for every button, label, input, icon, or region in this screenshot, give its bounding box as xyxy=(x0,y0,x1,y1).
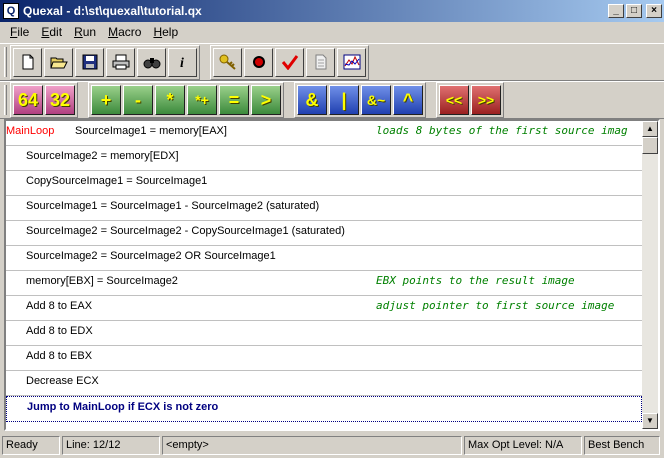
status-info: <empty> xyxy=(162,436,462,455)
arith-button-group: + - * *+ = > xyxy=(88,82,284,118)
code-line[interactable]: CopySourceImage1 = SourceImage1 xyxy=(6,171,642,196)
run-toolbar-group xyxy=(210,44,369,80)
open-icon[interactable] xyxy=(44,47,73,77)
multiply-button[interactable]: * xyxy=(155,85,185,115)
menu-bar: File Edit Run Macro Help xyxy=(0,22,664,42)
vertical-scrollbar[interactable]: ▲ ▼ xyxy=(642,121,658,429)
multiply-add-button[interactable]: *+ xyxy=(187,85,217,115)
minimize-button[interactable]: _ xyxy=(608,4,624,18)
subtract-button[interactable]: - xyxy=(123,85,153,115)
status-state: Ready xyxy=(2,436,60,455)
code-statement: CopySourceImage1 = SourceImage1 xyxy=(26,175,208,187)
code-statement: Decrease ECX xyxy=(26,375,99,387)
new-icon[interactable] xyxy=(13,47,42,77)
scroll-up-arrow-icon[interactable]: ▲ xyxy=(642,121,658,137)
scroll-down-arrow-icon[interactable]: ▼ xyxy=(642,413,658,429)
code-comment: adjust pointer to first source image xyxy=(376,299,615,312)
assign-button[interactable]: = xyxy=(219,85,249,115)
code-line[interactable]: Decrease ECX xyxy=(6,371,642,396)
menu-help[interactable]: Help xyxy=(147,25,184,39)
code-line[interactable]: SourceImage2 = SourceImage2 - CopySource… xyxy=(6,221,642,246)
file-toolbar-group: i xyxy=(10,44,200,80)
code-statement: Add 8 to EAX xyxy=(26,300,93,312)
record-icon[interactable] xyxy=(244,47,273,77)
menu-edit[interactable]: Edit xyxy=(35,25,68,39)
menu-macro[interactable]: Macro xyxy=(102,25,147,39)
code-statement: memory[EBX] = SourceImage2 xyxy=(26,275,178,287)
code-statement: Add 8 to EBX xyxy=(26,350,93,362)
check-icon[interactable] xyxy=(275,47,304,77)
compare-button[interactable]: > xyxy=(251,85,281,115)
code-label: MainLoop xyxy=(6,125,55,137)
shift-button-group: << >> xyxy=(436,82,504,118)
add-button[interactable]: + xyxy=(91,85,121,115)
code-statement: Jump to MainLoop if ECX is not zero xyxy=(27,401,219,413)
code-statement: SourceImage1 = SourceImage1 - SourceImag… xyxy=(26,200,320,212)
status-opt-level: Max Opt Level: N/A xyxy=(464,436,582,455)
code-lines: MainLoop SourceImage1 = memory[EAX] loads … xyxy=(6,121,642,422)
status-bench: Best Bench xyxy=(584,436,660,455)
chart-icon[interactable] xyxy=(337,47,366,77)
operator-toolbar: 64 32 + - * *+ = > & | &~ ^ << >> xyxy=(0,81,664,119)
close-button[interactable]: × xyxy=(646,4,662,18)
toolbar-grip[interactable] xyxy=(4,85,7,115)
code-line[interactable]: MainLoop SourceImage1 = memory[EAX] loads … xyxy=(6,121,642,146)
code-line[interactable]: SourceImage2 = memory[EDX] xyxy=(6,146,642,171)
and-button[interactable]: & xyxy=(297,85,327,115)
code-line[interactable]: Jump to MainLoop if ECX is not zero xyxy=(6,396,642,422)
scroll-thumb[interactable] xyxy=(642,137,658,154)
code-editor[interactable]: MainLoop SourceImage1 = memory[EAX] loads … xyxy=(4,119,660,431)
svg-text:i: i xyxy=(180,56,184,70)
code-comment: EBX points to the result image xyxy=(376,274,575,287)
window-title: Quexal - d:\st\quexal\tutorial.qx xyxy=(23,4,202,18)
code-line[interactable]: Add 8 to EAX adjust pointer to first sour… xyxy=(6,296,642,321)
app-icon[interactable]: Q xyxy=(3,3,19,19)
menu-file[interactable]: File xyxy=(4,25,35,39)
code-statement: Add 8 to EDX xyxy=(26,325,93,337)
code-line[interactable]: SourceImage2 = SourceImage2 OR SourceIma… xyxy=(6,246,642,271)
save-icon[interactable] xyxy=(75,47,104,77)
page-icon[interactable] xyxy=(306,47,335,77)
title-bar: Q Quexal - d:\st\quexal\tutorial.qx _ □ … xyxy=(0,0,664,22)
code-comment: loads 8 bytes of the first source imag xyxy=(376,124,628,137)
toolbar-grip[interactable] xyxy=(4,47,7,77)
code-statement: SourceImage2 = SourceImage2 - CopySource… xyxy=(26,225,345,237)
maximize-button[interactable]: □ xyxy=(626,4,642,18)
code-line[interactable]: Add 8 to EBX xyxy=(6,346,642,371)
andnot-button[interactable]: &~ xyxy=(361,85,391,115)
logic-button-group: & | &~ ^ xyxy=(294,82,426,118)
or-button[interactable]: | xyxy=(329,85,359,115)
standard-toolbar: i xyxy=(0,43,664,81)
info-icon[interactable]: i xyxy=(168,47,197,77)
status-bar: Ready Line: 12/12 <empty> Max Opt Level:… xyxy=(0,433,664,458)
status-line: Line: 12/12 xyxy=(62,436,160,455)
code-line[interactable]: memory[EBX] = SourceImage2 EBX points to … xyxy=(6,271,642,296)
code-statement: SourceImage1 = memory[EAX] xyxy=(75,125,227,137)
code-statement: SourceImage2 = SourceImage2 OR SourceIma… xyxy=(26,250,276,262)
menu-run[interactable]: Run xyxy=(68,25,102,39)
width-32-button[interactable]: 32 xyxy=(45,85,75,115)
key-icon[interactable] xyxy=(213,47,242,77)
shift-right-button[interactable]: >> xyxy=(471,85,501,115)
xor-button[interactable]: ^ xyxy=(393,85,423,115)
code-line[interactable]: SourceImage1 = SourceImage1 - SourceImag… xyxy=(6,196,642,221)
print-icon[interactable] xyxy=(106,47,135,77)
shift-left-button[interactable]: << xyxy=(439,85,469,115)
width-64-button[interactable]: 64 xyxy=(13,85,43,115)
find-icon[interactable] xyxy=(137,47,166,77)
width-button-group: 64 32 xyxy=(10,82,78,118)
code-statement: SourceImage2 = memory[EDX] xyxy=(26,150,179,162)
code-line[interactable]: Add 8 to EDX xyxy=(6,321,642,346)
